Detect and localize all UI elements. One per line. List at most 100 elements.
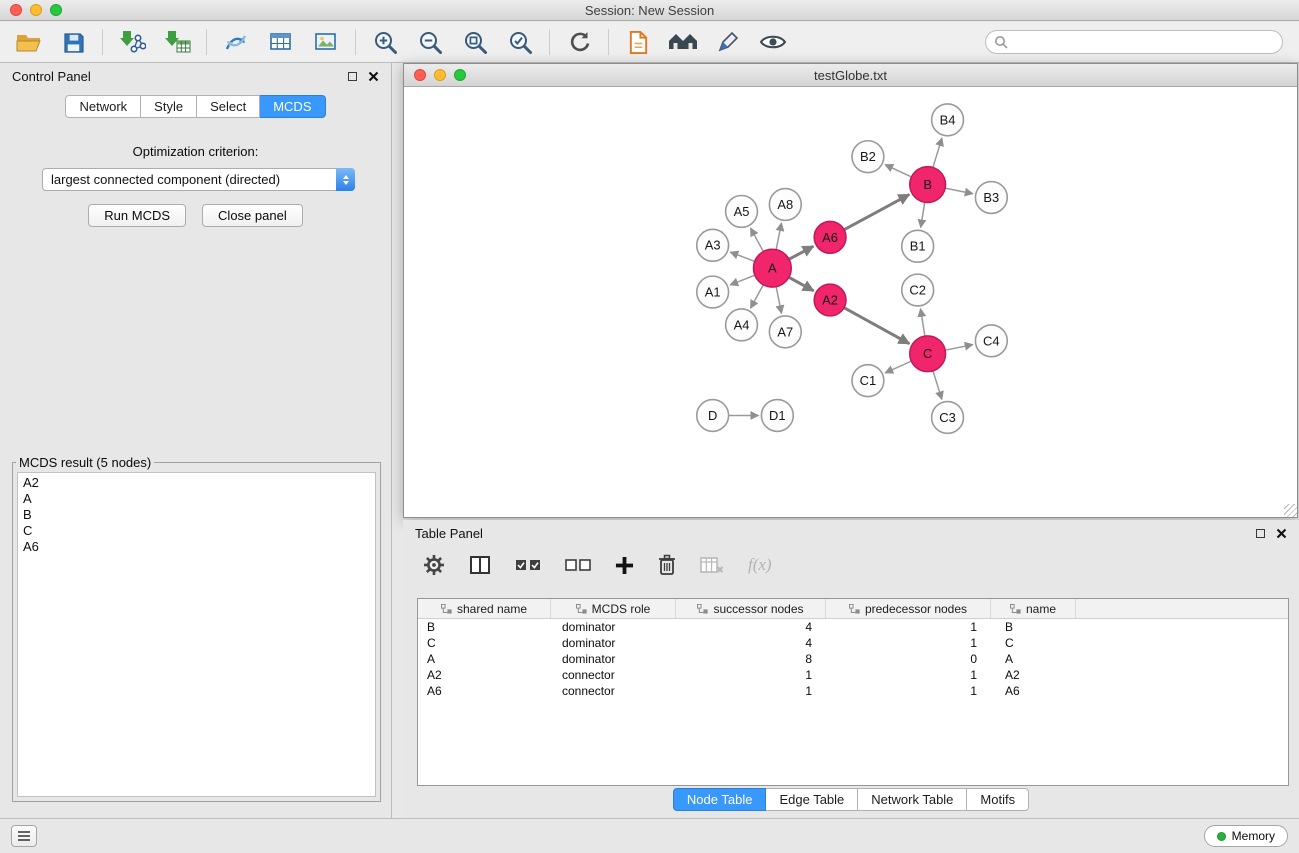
graph-edge-B-B1[interactable] (921, 202, 925, 227)
close-table-panel-icon[interactable] (1276, 528, 1287, 539)
close-panel-button[interactable]: Close panel (202, 204, 303, 227)
graph-edge-A-A2[interactable] (789, 277, 814, 291)
graph-edge-C-C1[interactable] (885, 361, 911, 373)
table-row[interactable]: Adominator80A (418, 651, 1288, 667)
show-graphics-details-button[interactable] (757, 26, 789, 58)
refresh-layout-button[interactable] (563, 26, 595, 58)
mcds-result-list[interactable]: A2ABCA6 (17, 472, 376, 797)
minimize-window-button[interactable] (30, 4, 42, 16)
graph-edge-C-C4[interactable] (945, 345, 973, 351)
graph-node-B2[interactable]: B2 (852, 141, 884, 173)
control-tab-network[interactable]: Network (65, 95, 141, 118)
close-window-button[interactable] (10, 4, 22, 16)
graph-node-A7[interactable]: A7 (769, 316, 801, 348)
graph-edge-A-A1[interactable] (730, 275, 755, 285)
table-settings-button[interactable] (423, 550, 445, 580)
column-header-mcds-role[interactable]: MCDS role (551, 599, 676, 618)
graph-edge-B-B4[interactable] (933, 138, 942, 167)
delete-column-button[interactable] (658, 550, 676, 580)
table-tab-node-table[interactable]: Node Table (673, 788, 767, 811)
network-canvas[interactable]: B4B2BB3A5A8A6B1A3AC2A1A2A4A7C4CC1DD1C3 (405, 88, 1296, 516)
graph-node-A1[interactable]: A1 (697, 276, 729, 308)
memory-button[interactable]: Memory (1204, 825, 1288, 847)
control-tab-mcds[interactable]: MCDS (260, 95, 325, 118)
graph-node-C4[interactable]: C4 (975, 325, 1007, 357)
zoom-fit-button[interactable] (459, 26, 491, 58)
float-panel-icon[interactable] (348, 72, 357, 81)
graph-node-B3[interactable]: B3 (975, 182, 1007, 214)
graph-edge-A-A4[interactable] (751, 285, 764, 308)
graph-edge-A-A7[interactable] (776, 287, 781, 314)
annotation-button[interactable] (712, 26, 744, 58)
graph-edge-C-C3[interactable] (933, 371, 942, 400)
graph-node-A8[interactable]: A8 (769, 189, 801, 221)
table-tab-edge-table[interactable]: Edge Table (766, 788, 858, 811)
table-row[interactable]: Bdominator41B (418, 619, 1288, 635)
graph-node-A[interactable]: A (753, 249, 791, 287)
close-network-window-button[interactable] (414, 69, 426, 81)
unselect-all-columns-button[interactable] (565, 550, 591, 580)
close-panel-icon[interactable] (368, 71, 379, 82)
graph-node-A4[interactable]: A4 (726, 309, 758, 341)
open-session-button[interactable] (12, 26, 44, 58)
zoom-in-button[interactable] (369, 26, 401, 58)
minimize-network-window-button[interactable] (434, 69, 446, 81)
graph-node-A5[interactable]: A5 (726, 195, 758, 227)
graph-node-C[interactable]: C (910, 336, 946, 372)
graph-node-B[interactable]: B (910, 167, 946, 203)
graph-node-D1[interactable]: D1 (761, 400, 793, 432)
graph-node-B4[interactable]: B4 (932, 104, 964, 136)
column-header-name[interactable]: name (991, 599, 1076, 618)
graph-node-C1[interactable]: C1 (852, 365, 884, 397)
graph-edge-A-A6[interactable] (789, 246, 813, 259)
zoom-out-button[interactable] (414, 26, 446, 58)
new-table-button[interactable] (265, 26, 297, 58)
window-resize-handle[interactable] (1284, 504, 1297, 517)
delete-table-button[interactable] (700, 550, 724, 580)
graph-edge-B-B2[interactable] (885, 165, 911, 177)
function-builder-button[interactable]: f(x) (748, 550, 772, 580)
export-image-button[interactable] (310, 26, 342, 58)
graph-node-A3[interactable]: A3 (697, 229, 729, 261)
run-mcds-button[interactable]: Run MCDS (88, 204, 186, 227)
zoom-window-button[interactable] (50, 4, 62, 16)
table-row[interactable]: A6connector11A6 (418, 683, 1288, 699)
show-columns-button[interactable] (469, 550, 491, 580)
document-button[interactable] (622, 26, 654, 58)
create-column-button[interactable] (615, 550, 634, 580)
column-header-shared-name[interactable]: shared name (418, 599, 551, 618)
graph-edge-C-C2[interactable] (921, 309, 925, 336)
control-tab-select[interactable]: Select (197, 95, 260, 118)
graph-edge-A-A3[interactable] (730, 252, 754, 261)
graph-node-B1[interactable]: B1 (902, 230, 934, 262)
save-session-button[interactable] (57, 26, 89, 58)
graph-node-C2[interactable]: C2 (902, 274, 934, 306)
zoom-network-window-button[interactable] (454, 69, 466, 81)
table-tab-network-table[interactable]: Network Table (858, 788, 967, 811)
control-tab-style[interactable]: Style (141, 95, 197, 118)
task-history-button[interactable] (11, 825, 37, 847)
import-table-file-button[interactable] (161, 26, 193, 58)
table-row[interactable]: Cdominator41C (418, 635, 1288, 651)
new-network-button[interactable] (220, 26, 252, 58)
select-all-columns-button[interactable] (515, 550, 541, 580)
column-header-predecessor-nodes[interactable]: predecessor nodes (826, 599, 991, 618)
graph-edge-B-B3[interactable] (945, 188, 973, 194)
network-window-titlebar[interactable]: testGlobe.txt (404, 64, 1297, 87)
optimization-criterion-select[interactable]: largest connected component (directed) (42, 168, 355, 191)
graph-node-A2[interactable]: A2 (814, 284, 846, 316)
zoom-selected-button[interactable] (504, 26, 536, 58)
column-header-successor-nodes[interactable]: successor nodes (676, 599, 826, 618)
graph-node-A6[interactable]: A6 (814, 221, 846, 253)
float-table-panel-icon[interactable] (1256, 529, 1265, 538)
import-network-file-button[interactable] (116, 26, 148, 58)
home-view-button[interactable] (667, 26, 699, 58)
graph-edge-A6-B[interactable] (844, 195, 909, 230)
graph-edge-A-A5[interactable] (751, 228, 764, 251)
graph-edge-A-A8[interactable] (776, 223, 781, 250)
table-tab-motifs[interactable]: Motifs (967, 788, 1029, 811)
search-input[interactable] (985, 30, 1283, 54)
graph-edge-A2-C[interactable] (844, 308, 909, 344)
graph-node-D[interactable]: D (697, 400, 729, 432)
table-row[interactable]: A2connector11A2 (418, 667, 1288, 683)
